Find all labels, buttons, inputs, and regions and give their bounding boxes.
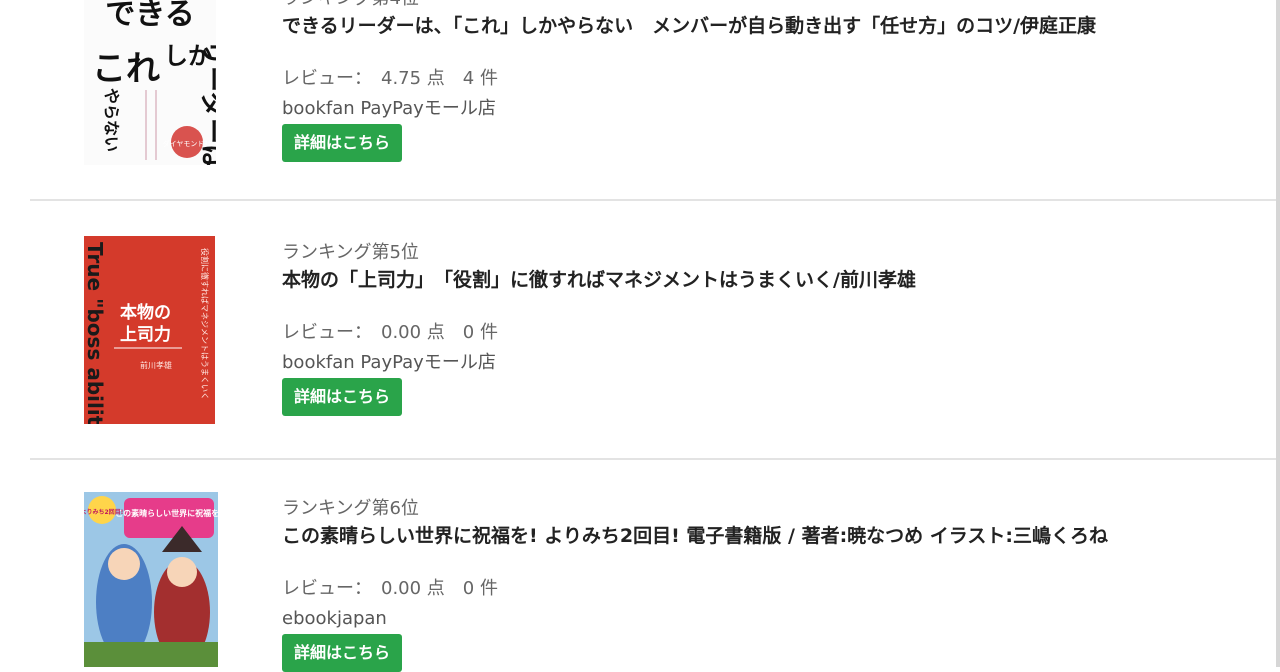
book-cover-3[interactable]: この素晴らしい世界に祝福を! よりみち2回目! — [84, 492, 218, 667]
right-border — [1276, 0, 1280, 667]
cover3-badge: よりみち2回目! — [84, 508, 123, 516]
cover1-line-3: これ — [92, 49, 160, 89]
store-name: bookfan PayPayモール店 — [282, 98, 496, 119]
details-button[interactable]: 詳細はこちら — [282, 634, 403, 672]
list-item-2: True "boss ability" 本物の 上司力 役割に徹すればマネジメン… — [0, 202, 1276, 460]
book-cover-1[interactable]: できる これ しか リーダーは、 やらない ダイヤモンド社 — [84, 0, 216, 165]
book-title[interactable]: 本物の「上司力」 「役割」に徹すればマネジメントはうまくいく/前川孝雄 — [282, 268, 916, 292]
details-button[interactable]: 詳細はこちら — [282, 378, 403, 416]
list-item-3: この素晴らしい世界に祝福を! よりみち2回目! ランキング第6位 この素晴らしい… — [0, 460, 1276, 672]
list-item-1: できる これ しか リーダーは、 やらない ダイヤモンド社 ランキング第4位 で… — [0, 0, 1276, 201]
item-info-3: ランキング第6位 この素晴らしい世界に祝福を! よりみち2回目! 電子書籍版 /… — [282, 498, 1108, 672]
cover2-author: 前川孝雄 — [140, 360, 172, 370]
divider — [30, 199, 1276, 201]
store-name: ebookjapan — [282, 608, 387, 629]
cover1-badge: ダイヤモンド社 — [163, 139, 212, 148]
rank-label: ランキング第6位 — [282, 498, 419, 519]
item-info-1: ランキング第4位 できるリーダーは、「これ」しかやらない メンバーが自ら動き出す… — [282, 0, 1096, 162]
cover1-line-1: できる — [105, 0, 194, 32]
rank-label: ランキング第4位 — [282, 0, 1096, 10]
cover2-main-1: 本物の — [120, 302, 171, 323]
cover-art-3: この素晴らしい世界に祝福を! よりみち2回目! — [84, 492, 218, 667]
details-button[interactable]: 詳細はこちら — [282, 124, 403, 162]
cover-art-2: True "boss ability" 本物の 上司力 役割に徹すればマネジメン… — [84, 236, 215, 424]
rank-label: ランキング第5位 — [282, 242, 419, 263]
review-score: レビュー： 0.00 点 0 件 — [282, 322, 498, 343]
cover2-vertical: True "boss ability" — [84, 242, 107, 424]
cover-art-1: できる これ しか リーダーは、 やらない ダイヤモンド社 — [84, 0, 216, 165]
book-title[interactable]: できるリーダーは、「これ」しかやらない メンバーが自ら動き出す「任せ方」のコツ/… — [282, 14, 1096, 38]
book-title[interactable]: この素晴らしい世界に祝福を! よりみち2回目! 電子書籍版 / 著者:暁なつめ … — [282, 524, 1108, 548]
cover1-line-5: やらない — [102, 88, 121, 152]
cover2-sub: 役割に徹すればマネジメントはうまくいく — [200, 248, 210, 400]
store-name: bookfan PayPayモール店 — [282, 352, 496, 373]
item-info-2: ランキング第5位 本物の「上司力」 「役割」に徹すればマネジメントはうまくいく/… — [282, 242, 916, 416]
cover2-main-2: 上司力 — [120, 324, 171, 345]
book-cover-2[interactable]: True "boss ability" 本物の 上司力 役割に徹すればマネジメン… — [84, 236, 215, 424]
review-score: レビュー： 4.75 点 4 件 — [282, 68, 498, 89]
cover3-title: この素晴らしい世界に祝福を! — [115, 508, 218, 518]
review-score: レビュー： 0.00 点 0 件 — [282, 578, 498, 599]
